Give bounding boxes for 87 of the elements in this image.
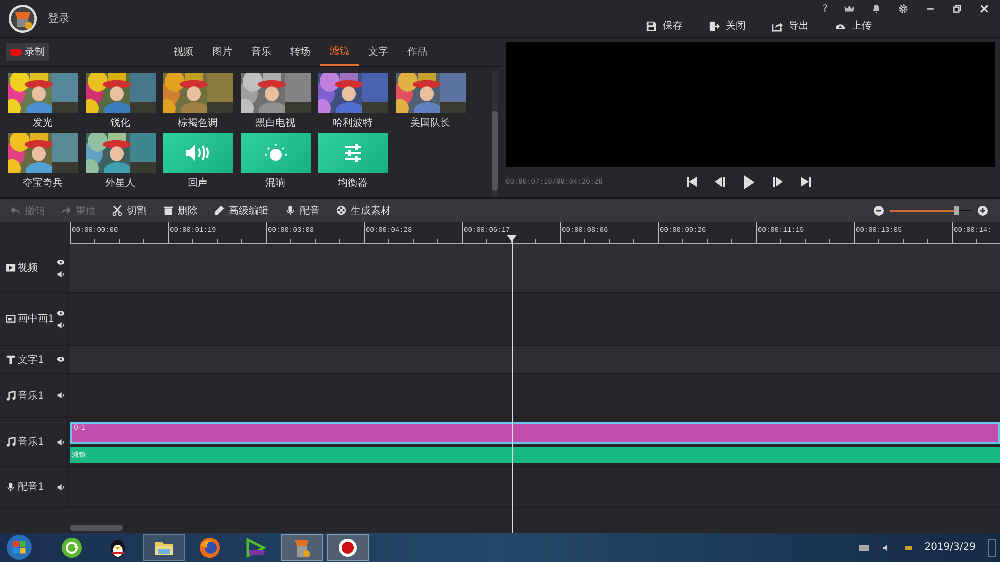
track-label: 视频	[6, 261, 38, 275]
record-icon[interactable]	[337, 536, 359, 558]
track-label: 配音1	[6, 480, 44, 494]
scrollbar-thumb[interactable]	[492, 111, 498, 191]
effect-label: 美国队长	[410, 116, 450, 130]
category-tab[interactable]: 滤镜	[320, 38, 359, 66]
edit-button[interactable]: 高级编辑	[214, 204, 269, 218]
track-label: 音乐1	[6, 388, 44, 402]
speaker-icon[interactable]	[57, 322, 65, 328]
zoom-out-icon[interactable]	[874, 206, 884, 216]
category-tab[interactable]: 文字	[359, 38, 398, 66]
scissors-icon	[112, 205, 123, 216]
music-note-icon	[6, 390, 16, 400]
category-tab[interactable]: 作品	[398, 38, 437, 66]
redo-icon	[61, 205, 72, 216]
trash-icon	[163, 205, 174, 216]
share-icon	[772, 20, 783, 32]
mic-button[interactable]: 配音	[285, 204, 320, 218]
skip-start-icon[interactable]	[686, 176, 698, 188]
help-button[interactable]: ?	[822, 4, 828, 14]
effect-label: 回声	[188, 176, 208, 190]
effect-label: 均衡器	[338, 177, 368, 190]
close-button[interactable]: 关闭	[709, 19, 746, 33]
effect-label: 黑白电视	[256, 116, 296, 130]
clock-date: 2019/3/29	[924, 542, 976, 553]
track-label: 画中画1	[6, 312, 54, 326]
category-tab[interactable]: 图片	[203, 38, 242, 66]
effect-label: 发光	[33, 116, 53, 130]
step-back-icon[interactable]	[714, 176, 726, 188]
eye-icon[interactable]	[57, 356, 65, 363]
play-icon	[6, 263, 16, 273]
play-logo-icon[interactable]	[245, 536, 267, 558]
eye-icon[interactable]	[57, 258, 65, 266]
effect-label: 夺宝奇兵	[23, 176, 63, 190]
scrollbar-thumb[interactable]	[70, 525, 123, 531]
exit-icon	[709, 20, 720, 32]
undo-icon	[10, 205, 21, 216]
skip-end-icon[interactable]	[800, 176, 812, 188]
effect-label: 哈利波特	[333, 116, 373, 130]
effect-label: 外星人	[106, 177, 136, 190]
globe-icon[interactable]	[199, 536, 221, 558]
speaker-icon[interactable]	[57, 438, 65, 446]
network-icon	[858, 544, 869, 550]
export-button[interactable]: 导出	[772, 19, 809, 33]
sound-waves-icon[interactable]	[163, 133, 233, 173]
effect-label: 棕褐色调	[178, 116, 218, 130]
crown-icon[interactable]	[844, 4, 855, 14]
film-button[interactable]: 生成素材	[336, 204, 391, 218]
track-label: 音乐1	[6, 435, 44, 449]
eye-icon[interactable]	[57, 310, 65, 316]
logo-icon	[8, 4, 38, 34]
film-reel-icon	[336, 205, 347, 216]
music-note-icon	[6, 437, 16, 447]
play-icon[interactable]	[742, 174, 756, 190]
save-button[interactable]: 保存	[646, 19, 683, 33]
cut-button[interactable]: 切割	[112, 204, 147, 218]
record-button[interactable]: 录制	[6, 43, 49, 61]
sun-knob-icon[interactable]	[240, 133, 310, 173]
step-forward-icon[interactable]	[772, 176, 784, 188]
category-tab[interactable]: 转场	[281, 38, 320, 66]
track-label: 文字1	[6, 352, 44, 366]
speaker-icon[interactable]	[57, 484, 65, 490]
effect-label: 锐化	[110, 117, 130, 130]
sliders-icon[interactable]	[318, 133, 388, 173]
save-icon	[646, 20, 657, 32]
category-tab[interactable]: 音乐	[242, 38, 281, 66]
close-icon[interactable]	[979, 4, 990, 14]
effect-label: 混响	[266, 177, 286, 190]
upload-button[interactable]: 上传	[835, 19, 872, 33]
start-orb-icon[interactable]	[6, 534, 33, 561]
text-icon	[6, 354, 16, 364]
category-tab[interactable]: 视频	[164, 38, 203, 66]
zoom-in-icon[interactable]	[978, 206, 988, 216]
speaker-icon[interactable]	[57, 392, 65, 399]
microphone-icon	[285, 205, 296, 216]
login-link[interactable]: 登录	[48, 11, 70, 26]
microphone-icon	[6, 482, 16, 492]
restore-icon[interactable]	[952, 4, 963, 14]
speaker-icon[interactable]	[57, 270, 65, 278]
show-desktop-button[interactable]	[988, 538, 996, 556]
delete-button[interactable]: 删除	[163, 204, 198, 218]
pencil-icon	[214, 205, 225, 216]
flag-icon	[902, 544, 913, 550]
bell-icon[interactable]	[871, 4, 882, 14]
picture-in-picture-icon	[6, 314, 16, 324]
refresh-icon[interactable]	[61, 536, 83, 558]
settings-icon[interactable]	[898, 4, 909, 14]
